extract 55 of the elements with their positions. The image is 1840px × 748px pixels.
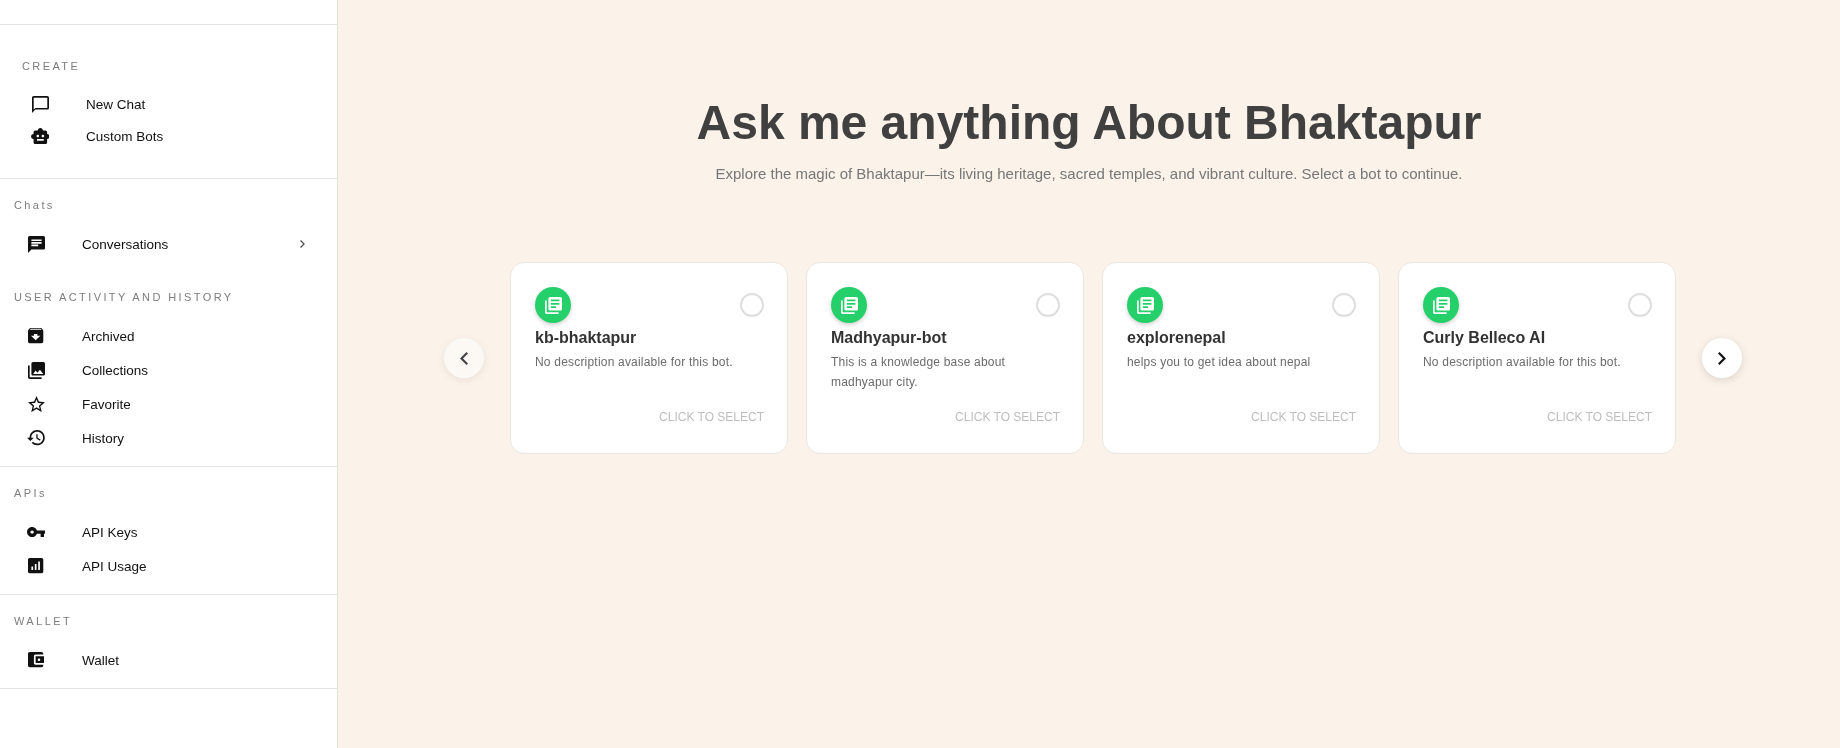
chevron-right-icon — [1718, 351, 1726, 365]
books-icon — [831, 287, 867, 323]
books-icon — [1423, 287, 1459, 323]
star-icon — [27, 395, 45, 413]
sidebar-item[interactable]: API Keys — [0, 515, 337, 549]
sidebar-item[interactable]: New Chat — [0, 88, 337, 120]
bot-description: This is a knowledge base about madhyapur city. — [831, 354, 1007, 391]
archive-box-icon — [28, 328, 44, 344]
radio-button[interactable] — [1628, 293, 1652, 317]
bot-description: No description available for this bot. — [1423, 354, 1622, 371]
chat-bubble-icon — [31, 95, 49, 113]
sidebar-item[interactable]: Custom Bots — [0, 120, 337, 152]
key-icon — [26, 526, 46, 538]
radio-button[interactable] — [1036, 293, 1060, 317]
sidebar-item[interactable]: Archived — [0, 319, 337, 353]
section-heading: APIs — [13, 486, 48, 501]
photo-stack-icon — [27, 361, 45, 379]
wallet-icon — [27, 652, 45, 668]
chevron-right-icon — [300, 240, 305, 248]
radio-button[interactable] — [1332, 293, 1356, 317]
bot-description: No description available for this bot. — [535, 354, 734, 371]
section-heading: WALLET — [13, 614, 73, 629]
sidebar-item[interactable]: Wallet — [0, 643, 337, 677]
select-hint: CLICK TO SELECT — [1251, 409, 1356, 425]
books-icon — [535, 287, 571, 323]
chevron-left-icon — [460, 351, 468, 365]
bot-card[interactable]: explorenepal helps you to get idea about nepal CLICK TO SELECT — [1102, 262, 1380, 454]
books-icon — [1127, 287, 1163, 323]
page-subtitle: Explore the magic of Bhaktapur—its living heritage, sacred temples, and vibrant culture. Select a bot to continue. — [715, 164, 1463, 184]
sidebar-item[interactable]: Collections — [0, 353, 337, 387]
next-button[interactable] — [1702, 338, 1742, 378]
select-hint: CLICK TO SELECT — [955, 409, 1060, 425]
radio-button[interactable] — [740, 293, 764, 317]
bot-card[interactable]: kb-bhaktapur No description available for this bot. CLICK TO SELECT — [510, 262, 788, 454]
bot-name: kb-bhaktapur — [535, 328, 638, 348]
sidebar-item[interactable]: History — [0, 421, 337, 455]
bot-name: Curly Belleco AI — [1423, 328, 1547, 348]
sidebar-item[interactable]: Conversations — [0, 227, 337, 261]
robot-icon — [30, 127, 50, 145]
history-icon — [27, 430, 45, 446]
page-title: Ask me anything About Bhaktapur — [696, 95, 1482, 151]
bot-name: Madhyapur-bot — [831, 328, 948, 348]
select-hint: CLICK TO SELECT — [1547, 409, 1652, 425]
bar-chart-icon — [28, 558, 44, 574]
sidebar-item[interactable]: Favorite — [0, 387, 337, 421]
section-heading: USER ACTIVITY AND HISTORY — [13, 290, 235, 305]
select-hint: CLICK TO SELECT — [659, 409, 764, 425]
section-heading: Chats — [13, 198, 56, 213]
message-icon — [27, 235, 45, 253]
bot-description: helps you to get idea about nepal — [1127, 354, 1312, 371]
bot-card[interactable]: Madhyapur-bot This is a knowledge base about madhyapur city. CLICK TO SELECT — [806, 262, 1084, 454]
sidebar-item[interactable]: API Usage — [0, 549, 337, 583]
bot-card[interactable]: Curly Belleco AI No description available for this bot. CLICK TO SELECT — [1398, 262, 1676, 454]
bot-name: explorenepal — [1127, 328, 1227, 348]
section-heading: CREATE — [21, 59, 82, 74]
